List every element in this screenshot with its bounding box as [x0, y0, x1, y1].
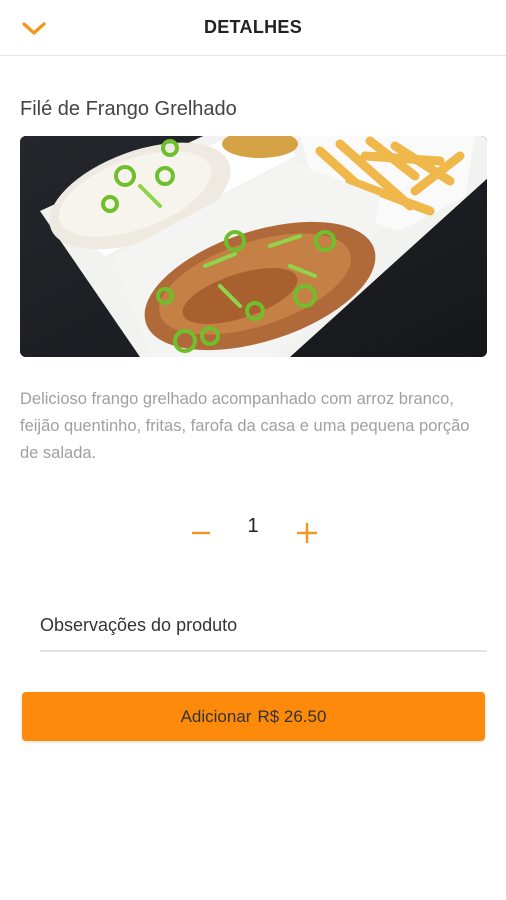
- quantity-value: 1: [247, 515, 259, 537]
- plus-icon: [297, 523, 317, 543]
- add-button-price: R$ 26.50: [257, 706, 327, 726]
- add-to-cart-button[interactable]: Adicionar R$ 26.50: [22, 692, 485, 741]
- page-title: DETALHES: [203, 17, 303, 37]
- product-name: Filé de Frango Grelhado: [20, 98, 237, 120]
- product-notes-input[interactable]: [40, 600, 487, 652]
- add-button-label: Adicionar: [180, 706, 252, 726]
- app-header: DETALHES: [0, 0, 506, 56]
- increase-quantity-button[interactable]: [292, 518, 322, 548]
- product-description: Delicioso frango grelhado acompanhado co…: [20, 390, 470, 462]
- decrease-quantity-button[interactable]: [186, 518, 216, 548]
- product-image: [20, 136, 487, 357]
- minus-icon: [192, 531, 210, 535]
